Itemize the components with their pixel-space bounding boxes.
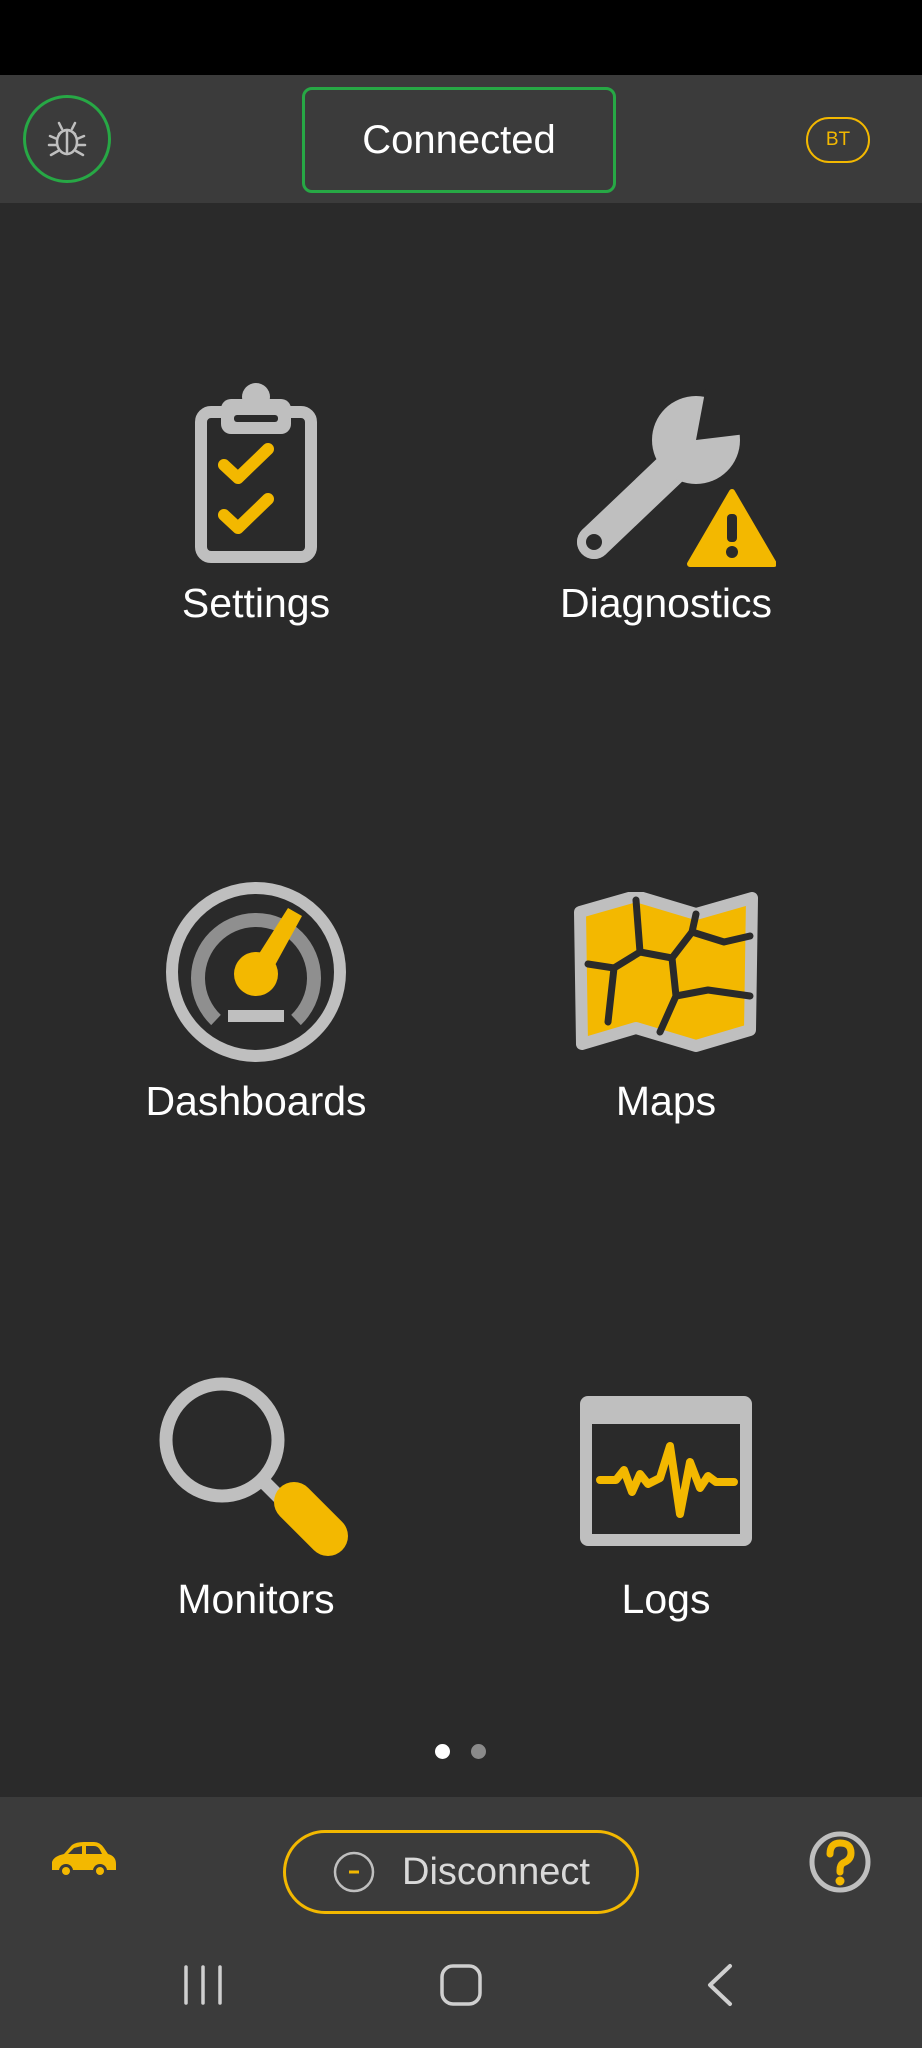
disconnect-label: Disconnect bbox=[402, 1850, 590, 1893]
tile-label: Monitors bbox=[177, 1576, 335, 1622]
minus-circle-icon bbox=[333, 1851, 375, 1893]
tile-monitors[interactable]: Monitors bbox=[66, 1366, 446, 1666]
tile-maps[interactable]: Maps bbox=[476, 868, 856, 1168]
tile-label: Logs bbox=[621, 1576, 711, 1622]
bug-icon bbox=[47, 121, 87, 157]
connection-status[interactable]: Connected bbox=[302, 87, 616, 193]
page-indicator bbox=[0, 1744, 922, 1764]
bluetooth-badge[interactable]: BT bbox=[806, 117, 870, 163]
clipboard-check-icon bbox=[195, 383, 317, 563]
tile-diagnostics[interactable]: Diagnostics bbox=[476, 360, 856, 660]
tile-settings[interactable]: Settings bbox=[66, 360, 446, 660]
car-icon[interactable] bbox=[46, 1840, 118, 1880]
status-bar bbox=[0, 0, 922, 75]
magnifier-icon bbox=[159, 1377, 348, 1556]
gauge-icon bbox=[166, 882, 346, 1062]
waveform-monitor-icon bbox=[580, 1396, 752, 1546]
tile-label: Maps bbox=[615, 1078, 717, 1124]
page-dot-active[interactable] bbox=[435, 1744, 450, 1759]
tile-label: Dashboards bbox=[145, 1078, 367, 1124]
home-icon[interactable] bbox=[438, 1962, 484, 2008]
page-dot[interactable] bbox=[471, 1744, 486, 1759]
wrench-warning-icon bbox=[577, 376, 776, 567]
tile-logs[interactable]: Logs bbox=[476, 1366, 856, 1666]
tile-dashboards[interactable]: Dashboards bbox=[66, 868, 446, 1168]
recent-apps-icon[interactable] bbox=[180, 1964, 226, 2006]
debug-button[interactable] bbox=[23, 95, 111, 183]
tile-label: Diagnostics bbox=[560, 580, 772, 626]
back-icon[interactable] bbox=[702, 1962, 738, 2008]
disconnect-button[interactable]: Disconnect bbox=[283, 1830, 639, 1914]
tile-label: Settings bbox=[181, 580, 331, 626]
map-icon bbox=[574, 892, 758, 1052]
help-icon[interactable] bbox=[808, 1830, 872, 1894]
